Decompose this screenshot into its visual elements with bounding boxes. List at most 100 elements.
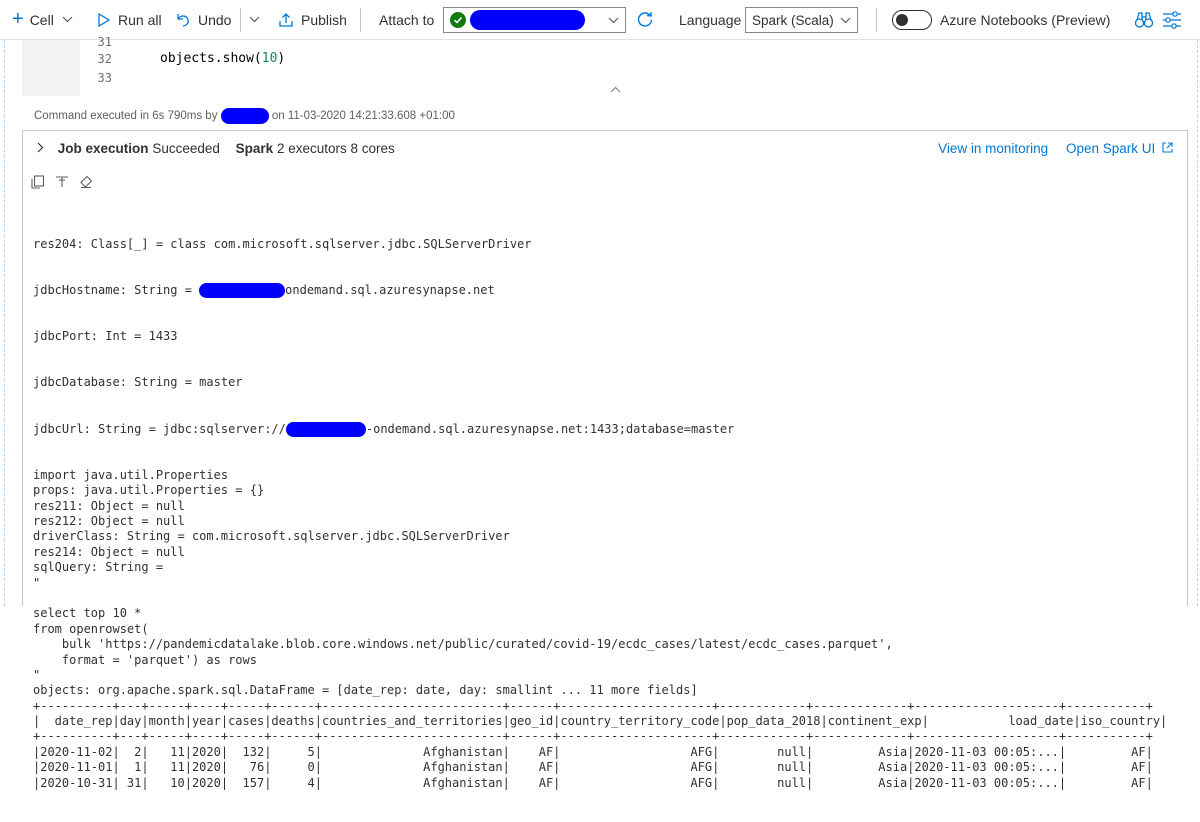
code-number: 10 bbox=[261, 51, 278, 66]
chevron-right-icon[interactable] bbox=[37, 142, 44, 153]
output-line: jdbcDatabase: String = master bbox=[33, 375, 243, 390]
output-line: select top 10 * bbox=[33, 606, 142, 621]
output-text: ondemand.sql.azuresynapse.net bbox=[285, 283, 495, 298]
output-line: props: java.util.Properties = {} bbox=[33, 483, 265, 498]
output-line: jdbcPort: Int = 1433 bbox=[33, 329, 178, 344]
job-summary[interactable]: Job execution Succeeded Spark 2 executor… bbox=[37, 141, 395, 156]
line-number: 31 bbox=[97, 35, 112, 47]
add-cell-button[interactable]: + Cell bbox=[12, 0, 73, 40]
filter-icon[interactable] bbox=[55, 175, 69, 189]
play-icon bbox=[98, 12, 110, 27]
check-circle-icon bbox=[450, 12, 466, 28]
output-line: | date_rep|day|month|year|cases|deaths|c… bbox=[33, 714, 1168, 729]
status-text: Command executed in 6s 790ms by bbox=[34, 110, 218, 123]
redacted-user bbox=[220, 108, 269, 124]
cell-gutter bbox=[22, 40, 80, 96]
cell-output-text: res204: Class[_] = class com.microsoft.s… bbox=[33, 206, 1167, 822]
azure-notebooks-label: Azure Notebooks (Preview) bbox=[940, 11, 1111, 28]
chevron-down-icon bbox=[62, 16, 73, 23]
settings-button[interactable] bbox=[1162, 0, 1182, 40]
output-line: format = 'parquet') as rows bbox=[33, 652, 257, 667]
cell-guide-right bbox=[1197, 40, 1198, 606]
notebook-toolbar: + Cell Run all Undo Publish Attach to La… bbox=[0, 0, 1200, 40]
binoculars-icon bbox=[1134, 10, 1154, 30]
azure-notebooks-toggle[interactable]: Azure Notebooks (Preview) bbox=[892, 0, 1110, 40]
status-timestamp: on 11-03-2020 14:21:33.608 +01:00 bbox=[271, 110, 455, 123]
undo-button[interactable]: Undo bbox=[175, 0, 231, 40]
output-rest: import java.util.Properties props: java.u… bbox=[33, 468, 1167, 791]
open-spark-ui-link[interactable]: Open Spark UI bbox=[1066, 141, 1173, 156]
output-line: +----------+---+-----+----+-----+------+… bbox=[33, 698, 1153, 713]
publish-label: Publish bbox=[301, 11, 347, 28]
job-execution-title: Job execution bbox=[57, 141, 149, 156]
output-line: import java.util.Properties bbox=[33, 467, 229, 482]
output-line: jdbcHostname: String = ondemand.sql.azur… bbox=[33, 283, 1167, 299]
undo-label: Undo bbox=[198, 11, 232, 28]
output-line: |2020-11-01| 1| 11|2020| 76| 0| Afghanis… bbox=[33, 760, 1153, 775]
line-number: 32 bbox=[97, 52, 112, 66]
language-text: Language bbox=[679, 11, 742, 28]
run-all-button[interactable]: Run all bbox=[98, 0, 162, 40]
sliders-icon bbox=[1162, 10, 1182, 29]
redacted-host bbox=[199, 283, 286, 299]
attach-to-text: Attach to bbox=[379, 11, 435, 28]
output-line: res204: Class[_] = class com.microsoft.s… bbox=[33, 236, 532, 251]
output-line: bulk 'https://pandemicdatalake.blob.core… bbox=[33, 637, 893, 652]
run-all-label: Run all bbox=[118, 11, 162, 28]
collapse-chevron-icon[interactable] bbox=[610, 86, 621, 93]
line-number: 33 bbox=[97, 71, 112, 85]
output-line: sqlQuery: String = bbox=[33, 560, 164, 575]
code-text: ) bbox=[277, 51, 286, 66]
job-state: Succeeded bbox=[152, 141, 220, 156]
eraser-icon[interactable] bbox=[79, 175, 93, 189]
attach-pool-select[interactable] bbox=[443, 7, 626, 33]
toolbar-divider bbox=[360, 8, 361, 32]
spark-info: 2 executors 8 cores bbox=[276, 141, 395, 156]
copy-icon[interactable] bbox=[31, 175, 45, 189]
spark-label: Spark bbox=[235, 141, 274, 156]
language-value: Spark (Scala) bbox=[752, 12, 834, 28]
external-link-icon bbox=[1162, 142, 1173, 153]
code-editor[interactable]: 31 32 33 objects.show(10) bbox=[22, 35, 1186, 96]
view-in-monitoring-link[interactable]: View in monitoring bbox=[938, 141, 1048, 156]
execution-status: Command executed in 6s 790ms by on 11-03… bbox=[34, 108, 455, 124]
upload-icon bbox=[278, 12, 294, 28]
publish-button[interactable]: Publish bbox=[278, 0, 347, 40]
cell-guide-left bbox=[4, 40, 5, 606]
output-text: jdbcHostname: String = bbox=[33, 283, 200, 298]
plus-icon: + bbox=[12, 8, 24, 30]
output-line: " bbox=[33, 667, 41, 682]
redacted-pool-name bbox=[470, 10, 585, 30]
output-line: " bbox=[33, 575, 41, 590]
toggle-switch[interactable] bbox=[892, 9, 932, 30]
refresh-icon bbox=[636, 11, 654, 29]
language-label: Language bbox=[679, 0, 741, 40]
toolbar-divider bbox=[240, 8, 241, 32]
redacted-host bbox=[285, 421, 366, 437]
undo-icon bbox=[175, 12, 191, 28]
output-line: |2020-10-31| 31| 10|2020| 157| 4| Afghan… bbox=[33, 775, 1153, 790]
chevron-down-icon bbox=[249, 16, 260, 23]
output-line: driverClass: String = com.microsoft.sqls… bbox=[33, 529, 510, 544]
output-tools bbox=[31, 175, 93, 189]
output-line: +----------+---+-----+----+-----+------+… bbox=[33, 729, 1153, 744]
variables-button[interactable] bbox=[1134, 0, 1154, 40]
output-text: -ondemand.sql.azuresynapse.net:1433;data… bbox=[365, 421, 735, 436]
toolbar-divider bbox=[876, 8, 877, 32]
output-line: |2020-11-02| 2| 11|2020| 132| 5| Afghani… bbox=[33, 744, 1153, 759]
output-line: objects: org.apache.spark.sql.DataFrame … bbox=[33, 683, 698, 698]
language-select[interactable]: Spark (Scala) bbox=[745, 7, 858, 33]
add-cell-label: Cell bbox=[29, 11, 54, 28]
refresh-button[interactable] bbox=[636, 0, 654, 40]
code-line[interactable]: objects.show(10) bbox=[160, 51, 285, 66]
undo-dropdown-button[interactable] bbox=[249, 0, 260, 40]
output-line: jdbcUrl: String = jdbc:sqlserver:// -onde… bbox=[33, 421, 1167, 437]
toggle-knob bbox=[896, 13, 908, 26]
cell-output-panel: Job execution Succeeded Spark 2 executor… bbox=[22, 130, 1188, 790]
attach-to-label: Attach to bbox=[379, 0, 434, 40]
output-text: jdbcUrl: String = jdbc:sqlserver:// bbox=[33, 421, 286, 436]
open-spark-ui-text: Open Spark UI bbox=[1065, 141, 1156, 156]
job-links: View in monitoring Open Spark UI bbox=[938, 141, 1173, 156]
output-line: res214: Object = null bbox=[33, 544, 185, 559]
